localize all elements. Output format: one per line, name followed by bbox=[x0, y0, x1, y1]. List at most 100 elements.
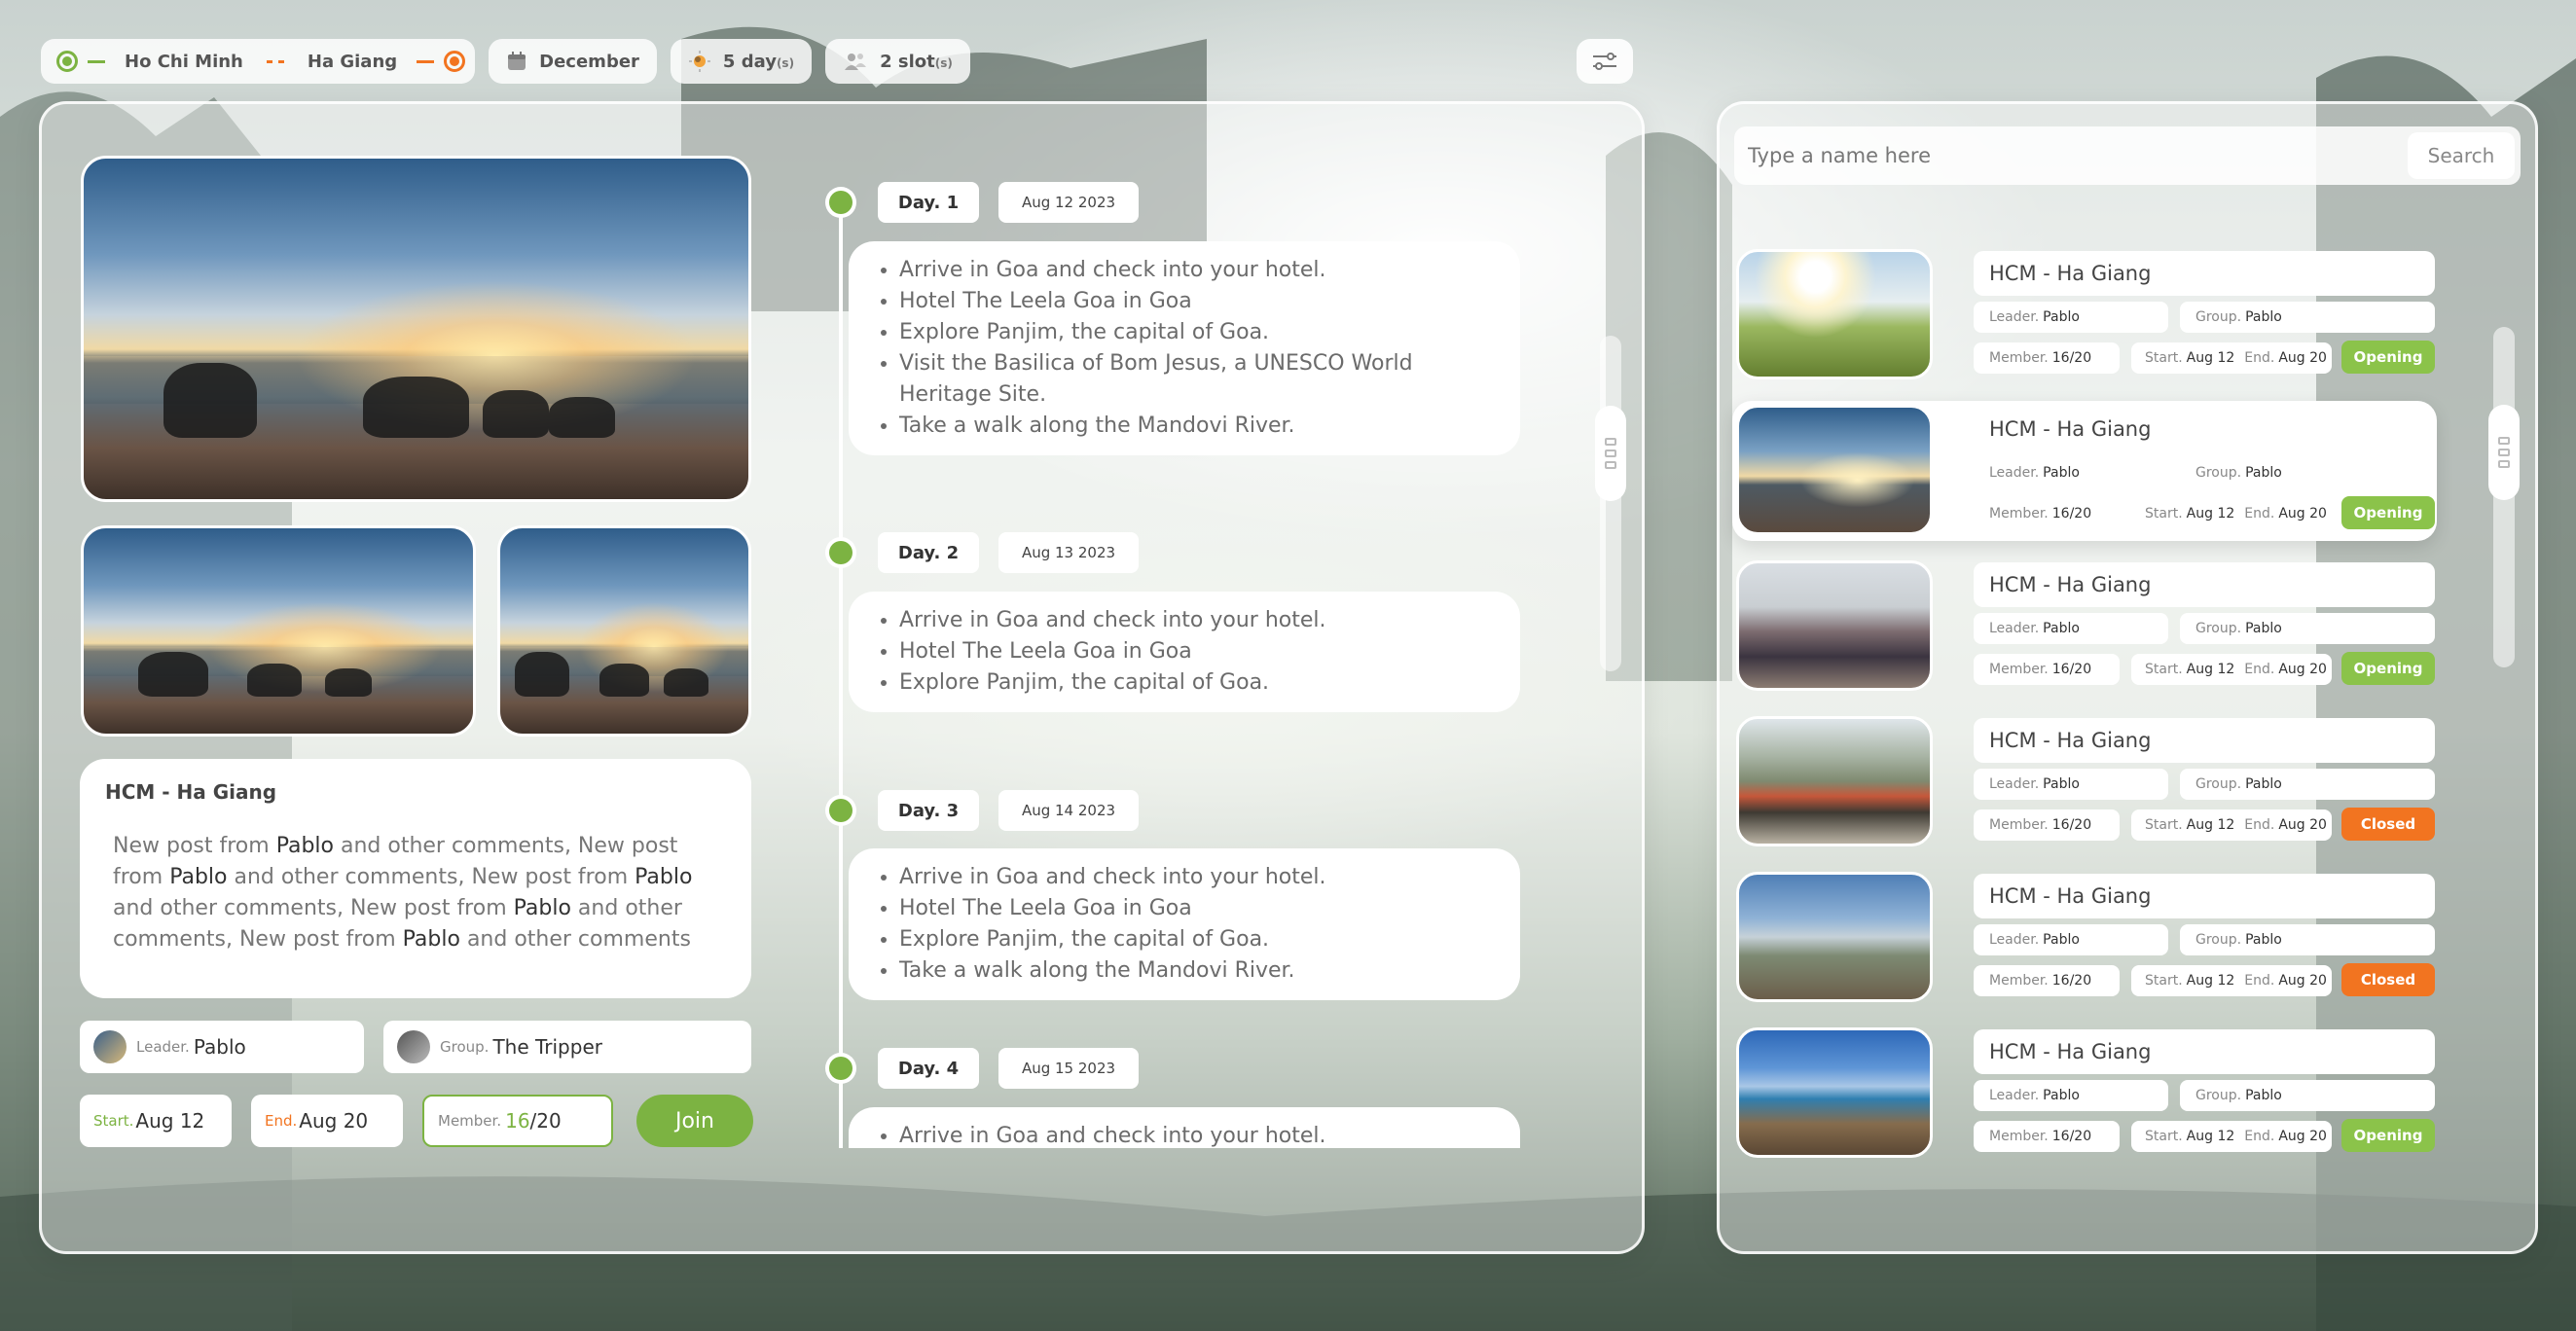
trip-status-badge: Opening bbox=[2341, 341, 2435, 374]
timeline-dot bbox=[825, 537, 856, 568]
trip-main-photo[interactable] bbox=[81, 156, 751, 502]
itinerary-item: Explore Panjim, the capital of Goa. bbox=[899, 924, 1495, 955]
trip-leader-label: Leader. bbox=[1989, 932, 2040, 948]
month-label: December bbox=[539, 51, 639, 72]
leader-avatar bbox=[93, 1030, 127, 1063]
trip-start-value: Aug 12 bbox=[2186, 817, 2235, 833]
trip-leader-label: Leader. bbox=[1989, 776, 2040, 792]
trip-dates-field: Start. Aug 12 End. Aug 20 bbox=[2131, 342, 2332, 374]
trip-leader-value: Pablo bbox=[2043, 1088, 2080, 1103]
trip-status-badge: Closed bbox=[2341, 963, 2435, 996]
trip-end-value: Aug 20 bbox=[2278, 817, 2327, 833]
trip-leader-label: Leader. bbox=[1989, 309, 2040, 325]
trip-start-value: Aug 12 bbox=[2186, 973, 2235, 989]
trip-leader-value: Pablo bbox=[2043, 309, 2080, 325]
trip-group-field: Group. Pablo bbox=[2180, 613, 2435, 644]
filter-settings-button[interactable] bbox=[1577, 39, 1633, 84]
trip-leader-value: Pablo bbox=[2043, 932, 2080, 948]
trip-member-field: Member. 16/20 bbox=[1974, 342, 2120, 374]
description-author: Pablo bbox=[275, 834, 334, 858]
route-selector[interactable]: Ho Chi Minh Ha Giang bbox=[41, 39, 476, 84]
trip-leader-field: Leader. Pablo bbox=[1974, 924, 2168, 955]
itinerary-item: Hotel The Leela Goa in Goa bbox=[899, 636, 1495, 667]
trip-group-value: Pablo bbox=[2245, 776, 2282, 792]
trip-list-scroll-handle[interactable] bbox=[2488, 405, 2520, 500]
day-label: Day. 1 bbox=[878, 182, 979, 223]
description-text-segment: and other comments, New post from bbox=[113, 896, 514, 920]
trip-group-value: Pablo bbox=[2245, 932, 2282, 948]
slots-selector[interactable]: 2 slot(s) bbox=[825, 39, 970, 84]
days-selector[interactable]: 5 day(s) bbox=[670, 39, 813, 84]
destination-dot-icon bbox=[444, 51, 466, 72]
description-author: Pablo bbox=[513, 896, 571, 920]
slots-unit: (s) bbox=[934, 55, 953, 70]
trip-title: HCM - Ha Giang bbox=[1974, 1029, 2435, 1074]
end-value: Aug 20 bbox=[299, 1109, 369, 1133]
group-icon bbox=[845, 54, 867, 70]
trip-end-label: End. bbox=[2244, 506, 2275, 522]
description-author: Pablo bbox=[402, 927, 460, 952]
trip-card[interactable]: HCM - Ha Giang Leader. Pablo Group. Pablo Mem… bbox=[1732, 1024, 2437, 1164]
route-dash-icon bbox=[266, 59, 284, 63]
trip-title: HCM - Ha Giang bbox=[1974, 251, 2435, 296]
start-label: Start. bbox=[93, 1112, 134, 1130]
trip-list-scrollbar[interactable] bbox=[2488, 327, 2520, 667]
day-label: Day. 4 bbox=[878, 1048, 979, 1089]
trip-thumbnail bbox=[1736, 716, 1933, 846]
itinerary-list: Arrive in Goa and check into your hotel.… bbox=[899, 605, 1495, 699]
trip-leader-label: Leader. bbox=[1989, 621, 2040, 636]
trip-leader-value: Pablo bbox=[2043, 621, 2080, 636]
trip-card[interactable]: HCM - Ha Giang Leader. Pablo Group. Pablo Mem… bbox=[1732, 712, 2437, 852]
trip-card[interactable]: HCM - Ha Giang Leader. Pablo Group. Pablo Mem… bbox=[1732, 557, 2437, 697]
end-label: End. bbox=[265, 1112, 298, 1130]
trip-member-field: Member. 16/20 bbox=[1974, 965, 2120, 996]
trip-group-field: Group. Pablo bbox=[2180, 1080, 2435, 1111]
timeline-scrollbar[interactable] bbox=[1595, 336, 1626, 671]
month-selector[interactable]: December bbox=[489, 39, 657, 84]
timeline-dot bbox=[825, 795, 856, 826]
itinerary-item: Arrive in Goa and check into your hotel. bbox=[899, 862, 1495, 893]
trip-card[interactable]: HCM - Ha Giang Leader. Pablo Group. Pablo Mem… bbox=[1732, 868, 2437, 1008]
trip-end-value: Aug 20 bbox=[2278, 350, 2327, 366]
timeline-scroll-handle[interactable] bbox=[1595, 406, 1626, 501]
trip-leader-value: Pablo bbox=[2043, 465, 2080, 481]
trip-card[interactable]: HCM - Ha Giang Leader. Pablo Group. Pablo Mem… bbox=[1732, 245, 2437, 385]
slots-value: 2 slot bbox=[880, 51, 935, 72]
search-button[interactable]: Search bbox=[2408, 132, 2515, 179]
days-value: 5 day bbox=[722, 51, 777, 72]
itinerary-item: Hotel The Leela Goa in Goa bbox=[899, 286, 1495, 317]
start-date-field: Start. Aug 12 bbox=[80, 1095, 232, 1147]
trip-member-field: Member. 16/20 bbox=[1974, 1121, 2120, 1152]
itinerary-item: Take a walk along the Mandovi River. bbox=[899, 411, 1495, 442]
leader-value: Pablo bbox=[193, 1035, 246, 1059]
trip-photo-2[interactable] bbox=[81, 525, 476, 737]
group-field: Group. The Tripper bbox=[383, 1021, 751, 1073]
trip-photo-3[interactable] bbox=[497, 525, 751, 737]
trip-dates-field: Start. Aug 12 End. Aug 20 bbox=[2131, 498, 2332, 529]
join-button[interactable]: Join bbox=[636, 1095, 753, 1147]
timeline-dot bbox=[825, 187, 856, 218]
trip-start-label: Start. bbox=[2145, 350, 2183, 366]
trip-member-value: 16/20 bbox=[2051, 506, 2092, 522]
trip-search-input[interactable] bbox=[1748, 132, 2371, 179]
trip-leader-value: Pablo bbox=[2043, 776, 2080, 792]
trip-card[interactable]: HCM - Ha Giang Leader. Pablo Group. Pablo Mem… bbox=[1732, 401, 2437, 541]
trip-search-bar: Search bbox=[1734, 126, 2521, 185]
trip-leader-field: Leader. Pablo bbox=[1974, 457, 2168, 488]
description-text-segment: and other comments bbox=[459, 927, 691, 952]
trip-group-label: Group. bbox=[2195, 621, 2242, 636]
trip-dates-field: Start. Aug 12 End. Aug 20 bbox=[2131, 1121, 2332, 1152]
trip-leader-label: Leader. bbox=[1989, 465, 2040, 481]
trip-member-field: Member. 16/20 bbox=[1974, 498, 2120, 529]
timeline-line bbox=[839, 204, 843, 1148]
description-text-segment: and other comments, New post from bbox=[227, 865, 635, 889]
trip-member-field: Member. 16/20 bbox=[1974, 654, 2120, 685]
trip-group-field: Group. Pablo bbox=[2180, 924, 2435, 955]
trip-start-label: Start. bbox=[2145, 1129, 2183, 1144]
day-itinerary-card: Arrive in Goa and check into your hotel.… bbox=[849, 848, 1520, 1000]
trip-status-badge: Opening bbox=[2341, 652, 2435, 685]
trip-member-value: 16/20 bbox=[2051, 973, 2092, 989]
itinerary-item: Take a walk along the Mandovi River. bbox=[899, 955, 1495, 987]
trip-end-value: Aug 20 bbox=[2278, 1129, 2327, 1144]
trip-end-label: End. bbox=[2244, 350, 2275, 366]
